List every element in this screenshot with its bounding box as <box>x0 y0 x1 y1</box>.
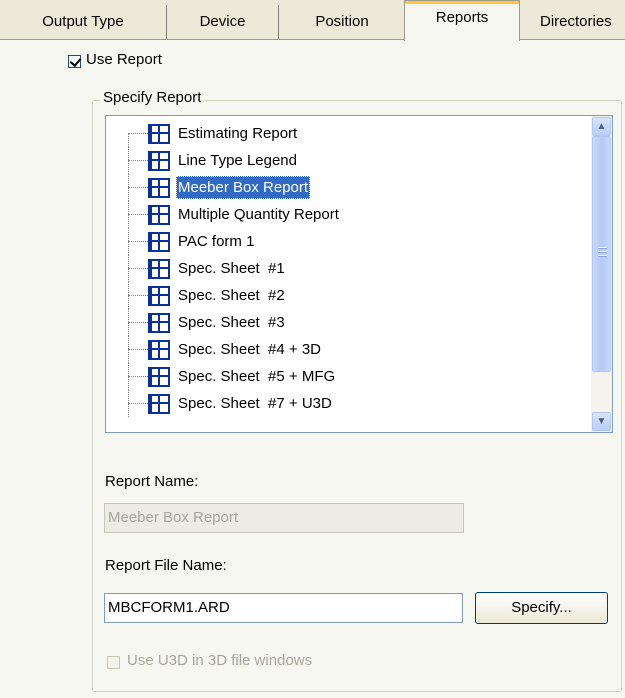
tree-item[interactable]: Spec. Sheet #5 + MFG <box>106 363 592 390</box>
tree-item-label: Spec. Sheet #7 + U3D <box>178 395 332 412</box>
use-report-checkbox[interactable] <box>68 54 82 68</box>
report-icon <box>148 286 170 306</box>
tree-item[interactable]: Multiple Quantity Report <box>106 201 592 228</box>
report-icon <box>148 367 170 387</box>
use-u3d-checkbox[interactable] <box>107 656 120 669</box>
report-name-label: Report Name: <box>105 473 199 490</box>
report-icon <box>148 124 170 144</box>
tree-item[interactable]: Spec. Sheet #1 <box>106 255 592 282</box>
tree-item-label: Spec. Sheet #2 <box>178 287 285 304</box>
tree-item-label: Spec. Sheet #1 <box>178 260 285 277</box>
scroll-down-icon[interactable]: ▼ <box>592 412 611 431</box>
report-icon <box>148 151 170 171</box>
use-report-label[interactable]: Use Report <box>86 51 162 68</box>
report-name-field: Meeber Box Report <box>104 503 464 533</box>
tree-item-label: PAC form 1 <box>178 233 255 250</box>
report-icon <box>148 340 170 360</box>
tree-scrollbar[interactable]: ▲ ▼ <box>591 116 612 432</box>
scroll-thumb[interactable] <box>592 136 611 372</box>
report-icon <box>148 259 170 279</box>
tree-item[interactable]: Spec. Sheet #3 <box>106 309 592 336</box>
scroll-up-icon[interactable]: ▲ <box>592 117 611 136</box>
specify-button[interactable]: Specify... <box>475 592 608 624</box>
report-file-name-label: Report File Name: <box>105 557 227 574</box>
tree-item[interactable]: Line Type Legend <box>106 147 592 174</box>
tree-item-label: Spec. Sheet #5 + MFG <box>178 368 336 385</box>
report-icon <box>148 205 170 225</box>
tree-item-label: Estimating Report <box>178 125 298 142</box>
report-icon <box>148 178 170 198</box>
tree-item-label: Multiple Quantity Report <box>178 206 339 223</box>
tab-device[interactable]: Device <box>167 5 279 39</box>
use-u3d-label[interactable]: Use U3D in 3D file windows <box>127 652 312 669</box>
tab-reports[interactable]: Reports <box>404 0 520 41</box>
tree-item[interactable]: PAC form 1 <box>106 228 592 255</box>
tab-strip: Output Type Device Position Reports Dire… <box>0 0 625 698</box>
report-tree[interactable]: Estimating Report Line Type Legend Meeber … <box>105 115 613 433</box>
tree-item-label: Spec. Sheet #4 + 3D <box>178 341 322 358</box>
tree-item[interactable]: Estimating Report <box>106 120 592 147</box>
tab-output-type[interactable]: Output Type <box>0 5 167 39</box>
specify-report-title: Specify Report <box>100 89 205 106</box>
tab-position[interactable]: Position <box>279 5 406 39</box>
tree-item[interactable]: Spec. Sheet #7 + U3D <box>106 390 592 417</box>
tree-item-label: Line Type Legend <box>178 152 297 169</box>
checkmark-icon <box>69 54 82 68</box>
report-icon <box>148 394 170 414</box>
tree-item[interactable]: Spec. Sheet #4 + 3D <box>106 336 592 363</box>
report-icon <box>148 232 170 252</box>
tree-item[interactable]: Meeber Box Report <box>106 174 592 201</box>
report-icon <box>148 313 170 333</box>
tab-directories[interactable]: Directories <box>520 5 625 39</box>
tree-item-label: Spec. Sheet #3 <box>178 314 285 331</box>
tree-item[interactable]: Spec. Sheet #2 <box>106 282 592 309</box>
report-file-name-field[interactable]: MBCFORM1.ARD <box>104 593 463 623</box>
tree-item-label: Meeber Box Report <box>176 176 311 199</box>
